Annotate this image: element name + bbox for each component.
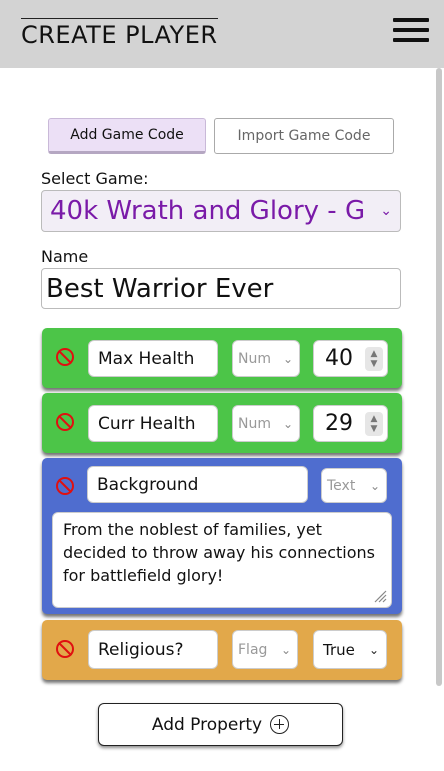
scrollbar[interactable] — [436, 68, 442, 686]
property-type-select[interactable]: Num ⌄ — [232, 340, 300, 377]
property-type-select[interactable]: Num ⌄ — [232, 405, 300, 442]
property-type-value: Flag — [238, 641, 268, 658]
add-property-label: Add Property — [151, 714, 263, 735]
resize-handle-icon[interactable] — [373, 589, 387, 603]
property-card-curr-health: Curr Health Num ⌄ 29 ▲ ▼ — [42, 393, 402, 453]
add-property-button[interactable]: Add Property — [98, 703, 343, 746]
property-value-select[interactable]: True ⌄ — [313, 630, 387, 669]
property-name-input[interactable]: Max Health — [88, 340, 218, 377]
name-label: Name — [41, 247, 89, 266]
name-input[interactable]: Best Warrior Ever — [41, 268, 401, 309]
chevron-down-icon: ⌄ — [282, 351, 293, 366]
page-title: CREATE PLAYER — [21, 18, 218, 49]
header-bar: CREATE PLAYER — [0, 0, 444, 68]
chevron-down-icon: ⌄ — [280, 642, 291, 657]
game-select[interactable]: 40k Wrath and Glory - G ⌄ — [41, 190, 401, 232]
property-value: 29 — [325, 411, 353, 436]
remove-property-icon[interactable] — [56, 640, 74, 658]
hamburger-menu-icon[interactable] — [393, 18, 429, 46]
property-name-input[interactable]: Background — [87, 466, 308, 503]
property-value-number[interactable]: 29 ▲ ▼ — [313, 405, 388, 442]
game-select-value: 40k Wrath and Glory - G — [50, 196, 366, 226]
number-spinner[interactable]: ▲ ▼ — [365, 412, 383, 436]
number-spinner[interactable]: ▲ ▼ — [365, 347, 383, 371]
property-value-number[interactable]: 40 ▲ ▼ — [313, 340, 388, 377]
remove-property-icon[interactable] — [56, 477, 74, 495]
chevron-down-icon: ⌄ — [368, 642, 379, 657]
property-card-religious: Religious? Flag ⌄ True ⌄ — [42, 620, 402, 680]
import-game-code-button[interactable]: Import Game Code — [214, 118, 394, 154]
property-value: From the noblest of families, yet decide… — [63, 520, 375, 585]
property-value-textarea[interactable]: From the noblest of families, yet decide… — [52, 512, 392, 608]
property-type-value: Num — [238, 350, 271, 367]
chevron-down-icon: ⌄ — [282, 416, 293, 431]
select-game-label: Select Game: — [41, 169, 149, 188]
property-type-select[interactable]: Flag ⌄ — [232, 630, 298, 669]
property-type-value: Num — [238, 415, 271, 432]
property-type-select[interactable]: Text ⌄ — [321, 468, 387, 503]
property-value: True — [323, 640, 355, 659]
remove-property-icon[interactable] — [56, 348, 74, 366]
property-name-input[interactable]: Religious? — [88, 630, 218, 669]
property-value: 40 — [325, 346, 353, 371]
property-card-background: Background Text ⌄ From the noblest of fa… — [42, 458, 402, 614]
plus-circle-icon — [270, 715, 290, 734]
property-name-input[interactable]: Curr Health — [88, 405, 218, 442]
add-game-code-button[interactable]: Add Game Code — [48, 118, 206, 154]
remove-property-icon[interactable] — [56, 413, 74, 431]
property-card-max-health: Max Health Num ⌄ 40 ▲ ▼ — [42, 328, 402, 388]
chevron-down-icon: ⌄ — [369, 478, 380, 493]
chevron-down-icon: ⌄ — [380, 203, 392, 219]
property-type-value: Text — [327, 477, 356, 494]
